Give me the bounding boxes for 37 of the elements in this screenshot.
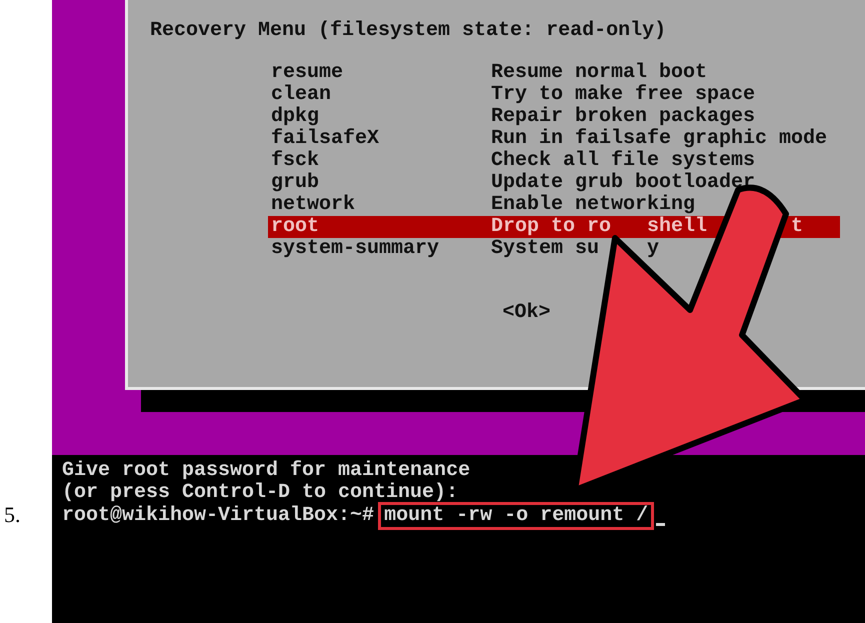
menu-item-name: system-summary [270, 238, 440, 260]
menu-item-description: Check all file systems [491, 150, 756, 172]
menu-item[interactable]: dpkg Repair broken packages [268, 106, 840, 128]
terminal-line: (or press Control-D to continue): [62, 482, 458, 504]
menu-item-name: root [270, 216, 320, 238]
menu-item-description: Run in failsafe graphic mode [491, 128, 828, 150]
menu-item[interactable]: clean Try to make free space [268, 84, 840, 106]
menu-item[interactable]: system-summary System su y [268, 238, 840, 260]
menu-item-description: Try to make free space [491, 84, 756, 106]
menu-item-name: fsck [270, 150, 320, 172]
step-number: 5. [4, 501, 22, 529]
menu-item-name: grub [270, 172, 320, 194]
menu-item-name: failsafeX [270, 128, 380, 150]
menu-item[interactable]: resume Resume normal boot [268, 62, 840, 84]
menu-item-description: Repair broken packages [491, 106, 756, 128]
menu-item-description: y [647, 238, 660, 260]
menu-item-description: System su [491, 238, 600, 260]
menu-item-description: shell [647, 216, 708, 238]
menu-item[interactable]: network Enable networking [268, 194, 840, 216]
menu-item-name: resume [270, 62, 344, 84]
menu-item-description: t [791, 216, 804, 238]
text-cursor [656, 523, 666, 526]
menu-item-name: dpkg [270, 106, 320, 128]
terminal-line: Give root password for maintenance [62, 460, 470, 482]
menu-item-name: clean [270, 84, 332, 106]
menu-item[interactable]: fsck Check all file systems [268, 150, 840, 172]
menu-item[interactable]: grub Update grub bootloader [268, 172, 840, 194]
menu-item[interactable]: failsafeX Run in failsafe graphic mode [268, 128, 840, 150]
dialog-title: Recovery Menu (filesystem state: read-only) [149, 20, 668, 42]
menu-item-description: Resume normal boot [491, 62, 708, 84]
menu-item-description: Update grub bootloader [491, 172, 756, 194]
menu-item-name: network [270, 194, 356, 216]
typed-command[interactable]: mount -rw -o remount / [378, 502, 654, 530]
ok-button[interactable]: <Ok> [502, 302, 550, 324]
menu-item-description: Enable networking [491, 194, 696, 216]
menu-item-description: Drop to ro [491, 216, 612, 238]
shell-prompt: root@wikihow-VirtualBox:~# [62, 505, 374, 527]
